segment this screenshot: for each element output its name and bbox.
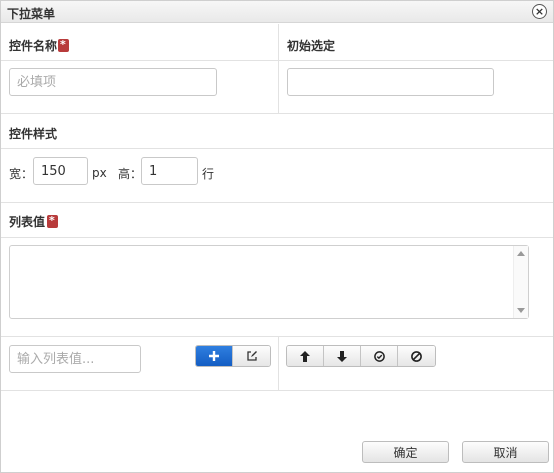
required-icon xyxy=(47,214,59,228)
width-label: 宽： xyxy=(9,167,34,181)
divider xyxy=(1,113,553,114)
height-input[interactable] xyxy=(141,157,198,185)
column-divider xyxy=(278,24,279,113)
listbox-scrollbar[interactable] xyxy=(513,246,528,318)
move-down-button[interactable] xyxy=(324,346,361,366)
divider xyxy=(1,390,553,391)
scroll-down-icon[interactable] xyxy=(517,308,525,313)
close-icon[interactable]: × xyxy=(532,4,547,19)
required-icon xyxy=(58,38,70,52)
cancel-button[interactable]: 取消 xyxy=(462,441,549,463)
add-button[interactable] xyxy=(196,346,233,366)
divider xyxy=(1,237,553,238)
initial-selection-label: 初始选定 xyxy=(287,39,336,53)
width-input[interactable] xyxy=(33,157,88,185)
dropdown-dialog: 下拉菜单 × 控件名称 初始选定 控件样式 宽： px 高： 行 列表值 xyxy=(0,0,554,473)
divider xyxy=(1,336,553,337)
divider xyxy=(1,148,553,149)
check-circle-icon xyxy=(373,350,385,362)
select-button[interactable] xyxy=(361,346,398,366)
move-up-button[interactable] xyxy=(287,346,324,366)
scroll-up-icon[interactable] xyxy=(517,251,525,256)
list-value-input[interactable] xyxy=(9,345,141,373)
control-name-label: 控件名称 xyxy=(9,37,70,54)
height-label: 高： xyxy=(118,167,143,181)
control-name-input[interactable] xyxy=(9,68,217,96)
list-values-label: 列表值 xyxy=(9,213,59,230)
list-values-box[interactable] xyxy=(9,245,529,319)
divider xyxy=(1,202,553,203)
arrow-down-icon xyxy=(337,350,347,362)
arrow-up-icon xyxy=(300,350,310,362)
control-style-label: 控件样式 xyxy=(9,127,58,141)
edit-button[interactable] xyxy=(233,346,270,366)
plus-icon xyxy=(209,351,219,361)
list-edit-buttons xyxy=(195,345,271,367)
divider xyxy=(1,60,553,61)
width-unit: px xyxy=(92,166,107,180)
ok-button[interactable]: 确定 xyxy=(362,441,449,463)
height-unit: 行 xyxy=(202,167,215,181)
clear-button[interactable] xyxy=(398,346,435,366)
ban-icon xyxy=(411,350,422,362)
order-buttons xyxy=(286,345,436,367)
column-divider xyxy=(278,336,279,390)
edit-icon xyxy=(246,351,257,361)
dialog-title: 下拉菜单 xyxy=(7,7,56,21)
dialog-titlebar: 下拉菜单 × xyxy=(1,1,553,23)
initial-selection-input[interactable] xyxy=(287,68,494,96)
